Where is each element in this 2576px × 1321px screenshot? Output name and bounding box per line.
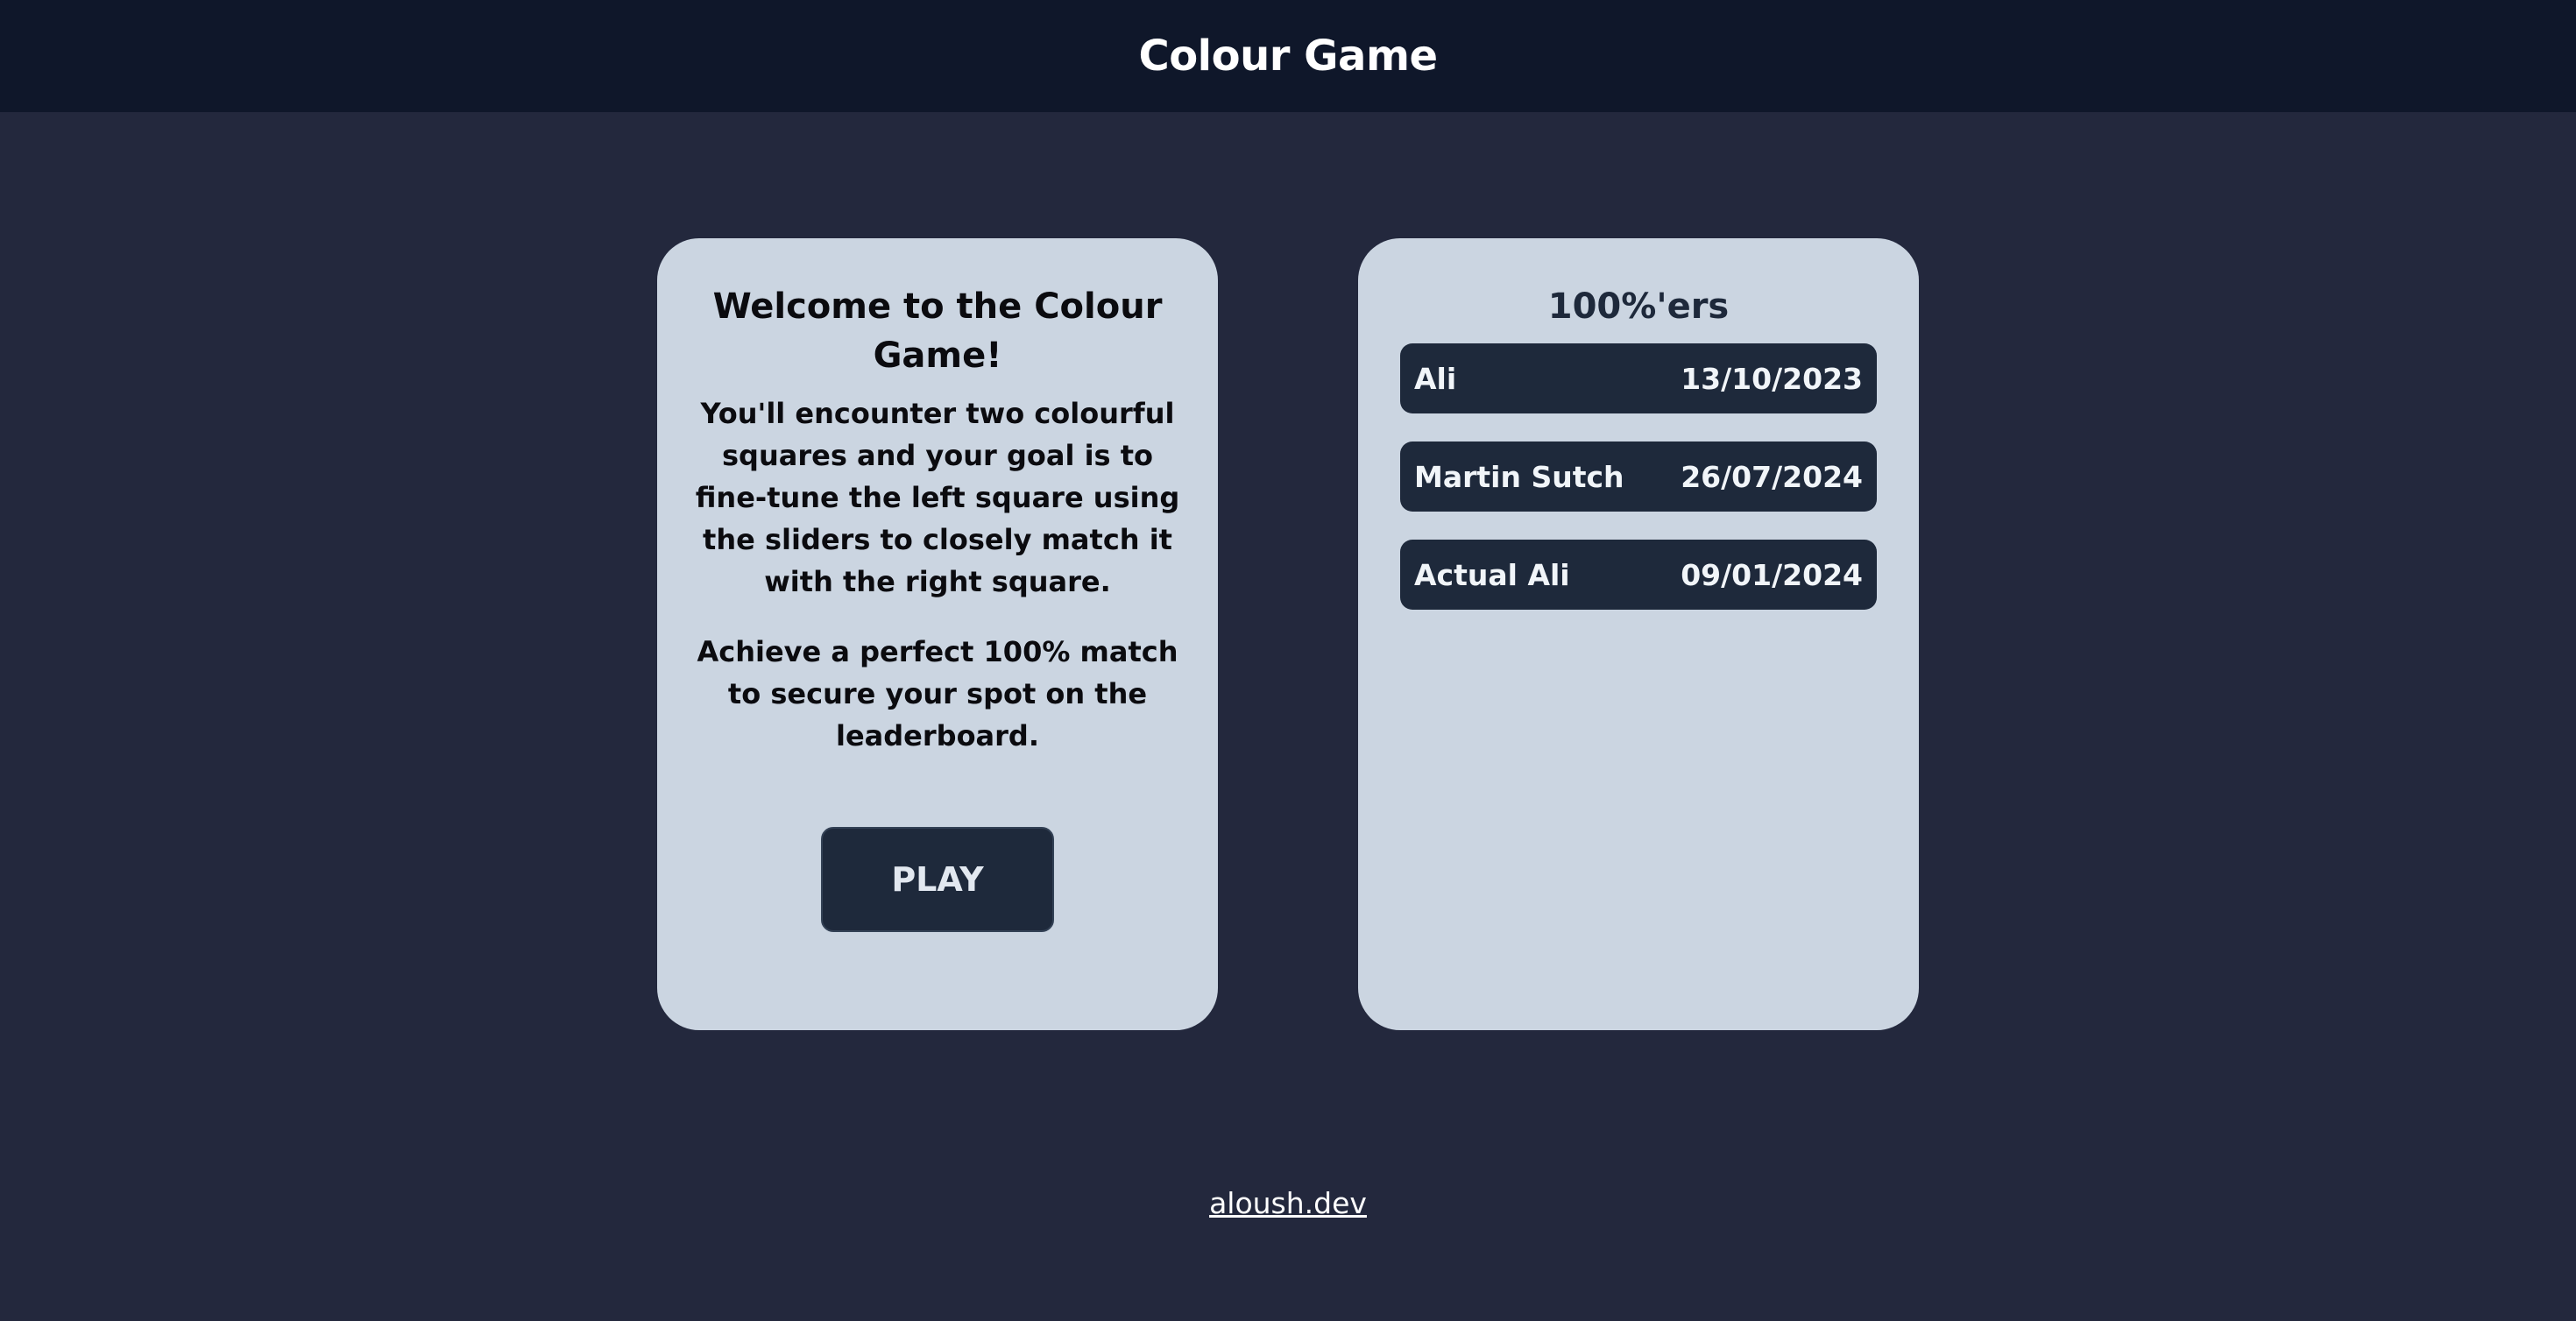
leaderboard-entry: Actual Ali 09/01/2024 [1400,540,1877,610]
welcome-goal: Achieve a perfect 100% match to secure y… [697,635,1178,752]
welcome-title: Welcome to the Colour Game! [712,286,1163,376]
welcome-instructions: You'll encounter two colourful squares a… [695,397,1180,598]
entry-name: Martin Sutch [1414,459,1624,494]
leaderboard-list: Ali 13/10/2023 Martin Sutch 26/07/2024 A… [1400,343,1877,638]
page-title: Colour Game [1138,32,1438,81]
entry-date: 09/01/2024 [1681,557,1863,592]
leaderboard-entry: Martin Sutch 26/07/2024 [1400,442,1877,512]
welcome-card: Welcome to the Colour Game! You'll encou… [657,238,1218,1030]
entry-date: 26/07/2024 [1681,459,1863,494]
entry-name: Ali [1414,361,1457,396]
leaderboard-card: 100%'ers Ali 13/10/2023 Martin Sutch 26/… [1358,238,1919,1030]
footer-site-link[interactable]: aloush.dev [0,1186,2576,1220]
leaderboard-title: 100%'ers [1547,286,1730,327]
top-header: Colour Game [0,0,2576,112]
entry-name: Actual Ali [1414,557,1570,592]
play-button[interactable]: PLAY [821,827,1054,932]
entry-date: 13/10/2023 [1681,361,1863,396]
leaderboard-entry: Ali 13/10/2023 [1400,343,1877,413]
